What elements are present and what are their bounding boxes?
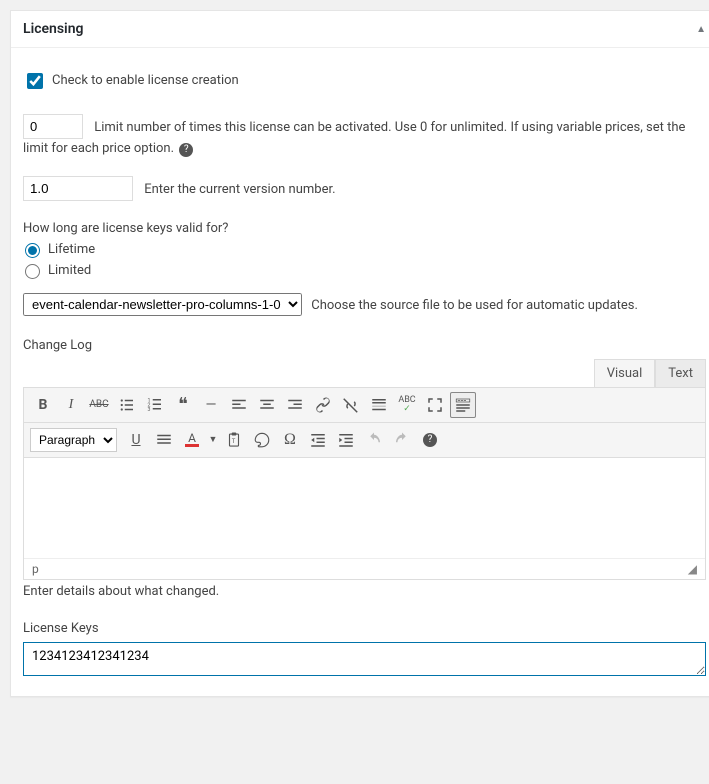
editor-toolbar-row2: Paragraph U A ▼ T Ω ?	[24, 423, 705, 458]
license-keys-input[interactable]	[23, 642, 706, 676]
version-input[interactable]	[23, 176, 133, 201]
outdent-icon[interactable]	[305, 427, 331, 453]
help-icon[interactable]: ?	[179, 143, 193, 157]
undo-icon[interactable]	[361, 427, 387, 453]
unlink-icon[interactable]	[338, 392, 364, 418]
readmore-icon[interactable]	[366, 392, 392, 418]
spellcheck-icon[interactable]: ABC✓	[394, 392, 420, 418]
source-file-select[interactable]: event-calendar-newsletter-pro-columns-1-…	[23, 293, 302, 316]
license-keys-heading: License Keys	[23, 621, 706, 636]
paragraph-select[interactable]: Paragraph	[30, 428, 117, 452]
tab-visual[interactable]: Visual	[594, 359, 656, 387]
editor-toolbar-row1: B I ABC 123 ❝ — ABC✓	[24, 388, 705, 423]
bullet-list-icon[interactable]	[114, 392, 140, 418]
blockquote-icon[interactable]: ❝	[170, 392, 196, 418]
svg-text:3: 3	[148, 407, 151, 413]
version-label: Enter the current version number.	[144, 182, 335, 197]
enable-license-checkbox[interactable]	[27, 73, 43, 89]
underline-icon[interactable]: U	[123, 427, 149, 453]
changelog-heading: Change Log	[23, 338, 706, 353]
panel-body: Check to enable license creation Limit n…	[11, 48, 709, 696]
editor-status-bar: p ◢	[24, 558, 705, 579]
validity-lifetime-radio[interactable]	[25, 243, 40, 258]
text-color-icon[interactable]: A	[179, 427, 205, 453]
resize-handle-icon[interactable]: ◢	[688, 562, 697, 576]
validity-limited-radio[interactable]	[25, 264, 40, 279]
text-color-dropdown-icon[interactable]: ▼	[207, 427, 219, 453]
enable-license-text: Check to enable license creation	[52, 71, 239, 91]
redo-icon[interactable]	[389, 427, 415, 453]
collapse-toggle-icon[interactable]: ▲	[696, 24, 706, 35]
italic-icon[interactable]: I	[58, 392, 84, 418]
fullscreen-icon[interactable]	[422, 392, 448, 418]
licensing-panel: Licensing ▲ Check to enable license crea…	[10, 10, 709, 697]
indent-icon[interactable]	[333, 427, 359, 453]
panel-header[interactable]: Licensing ▲	[11, 11, 709, 48]
validity-radio-group: Lifetime Limited	[23, 241, 706, 281]
validity-question: How long are license keys valid for?	[23, 219, 706, 239]
justify-icon[interactable]	[151, 427, 177, 453]
editor-path: p	[32, 562, 39, 576]
changelog-help: Enter details about what changed.	[23, 584, 706, 599]
special-char-icon[interactable]: Ω	[277, 427, 303, 453]
changelog-textarea[interactable]	[24, 458, 705, 558]
strikethrough-icon[interactable]: ABC	[86, 392, 112, 418]
svg-text:T: T	[232, 438, 236, 445]
numbered-list-icon[interactable]: 123	[142, 392, 168, 418]
editor-help-icon[interactable]: ?	[417, 427, 443, 453]
activation-limit-label: Limit number of times this license can b…	[23, 120, 685, 156]
align-center-icon[interactable]	[254, 392, 280, 418]
clear-format-icon[interactable]	[249, 427, 275, 453]
align-right-icon[interactable]	[282, 392, 308, 418]
enable-license-label[interactable]: Check to enable license creation	[23, 70, 239, 92]
validity-lifetime-label[interactable]: Lifetime	[23, 241, 706, 260]
toolbar-toggle-icon[interactable]	[450, 392, 476, 418]
bold-icon[interactable]: B	[30, 392, 56, 418]
align-left-icon[interactable]	[226, 392, 252, 418]
validity-limited-label[interactable]: Limited	[23, 262, 706, 281]
paste-text-icon[interactable]: T	[221, 427, 247, 453]
horizontal-rule-icon[interactable]: —	[198, 392, 224, 418]
activation-limit-input[interactable]	[23, 114, 83, 139]
editor-tabs: Visual Text	[23, 359, 706, 387]
panel-title: Licensing	[23, 21, 83, 37]
tab-text[interactable]: Text	[655, 359, 706, 387]
link-icon[interactable]	[310, 392, 336, 418]
changelog-editor: B I ABC 123 ❝ — ABC✓ Paragraph U	[23, 387, 706, 580]
source-file-label: Choose the source file to be used for au…	[311, 298, 638, 313]
